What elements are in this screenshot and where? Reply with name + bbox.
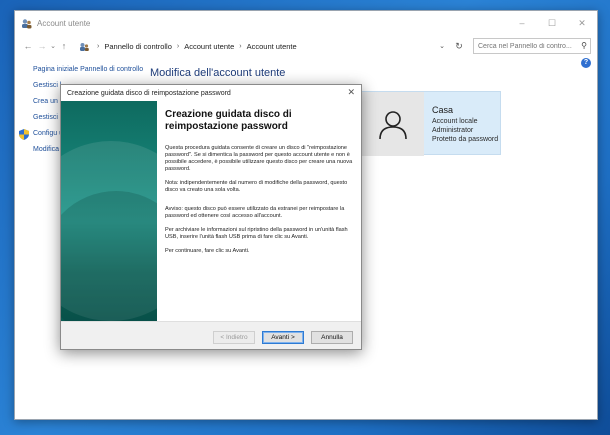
next-button[interactable]: Avanti > xyxy=(262,331,304,344)
wizard-paragraph: Nota: indipendentemente dal numero di mo… xyxy=(165,180,348,193)
address-bar: ← → ⌄ ↑ › Pannello di controllo › Accoun… xyxy=(15,35,597,57)
user-info: Casa Account locale Administrator Protet… xyxy=(432,106,498,144)
window-title: Account utente xyxy=(37,18,91,28)
wizard-paragraph: Per archiviare le informazioni sul ripri… xyxy=(165,227,348,240)
breadcrumb-item-control-panel[interactable]: Pannello di controllo xyxy=(104,42,172,51)
user-account-card: Casa Account locale Administrator Protet… xyxy=(361,91,501,156)
recent-locations-icon[interactable]: ⌄ xyxy=(49,42,57,50)
search-input[interactable] xyxy=(478,42,578,50)
minimize-button[interactable]: – xyxy=(507,11,537,35)
maximize-button[interactable]: ☐ xyxy=(537,11,567,35)
breadcrumb-separator: › xyxy=(97,42,100,50)
user-account-type: Account locale xyxy=(432,118,478,125)
wizard-paragraph: Avviso: questo disco può essere utilizza… xyxy=(165,206,345,219)
user-accounts-icon xyxy=(21,18,32,29)
forward-arrow-icon[interactable]: → xyxy=(35,41,49,51)
title-bar: Account utente – ☐ ✕ xyxy=(15,11,597,35)
search-icon[interactable]: ⚲ xyxy=(581,41,587,50)
breadcrumb-separator: › xyxy=(239,42,242,50)
wizard-title-bar: Creazione guidata disco di reimpostazion… xyxy=(61,85,361,101)
wizard-paragraph: Per continuare, fare clic su Avanti. xyxy=(165,248,250,254)
user-icon xyxy=(379,111,407,140)
user-password-status: Protetto da password xyxy=(432,136,499,143)
user-name: Casa xyxy=(432,105,454,115)
page-title: Modifica dell'account utente xyxy=(150,67,286,79)
user-role: Administrator xyxy=(432,127,474,134)
back-button[interactable]: < Indietro xyxy=(213,331,255,344)
nav-link-control-panel-home[interactable]: Pagina iniziale Pannello di controllo xyxy=(33,65,153,74)
help-icon[interactable]: ? xyxy=(581,58,591,68)
breadcrumb-separator: › xyxy=(176,42,180,50)
breadcrumb-item-user-accounts[interactable]: Account utente xyxy=(184,42,234,51)
up-arrow-icon[interactable]: ↑ xyxy=(57,41,71,51)
breadcrumb[interactable]: › Pannello di controllo › Account utente… xyxy=(75,38,449,54)
refresh-icon[interactable]: ↻ xyxy=(449,41,469,52)
uac-shield-icon xyxy=(19,129,29,140)
wizard-heading: Creazione guidata disco di reimpostazion… xyxy=(165,109,292,132)
wizard-close-button[interactable]: ✕ xyxy=(347,87,355,98)
chevron-down-icon[interactable]: ⌄ xyxy=(439,42,445,50)
cancel-button[interactable]: Annulla xyxy=(311,331,353,344)
breadcrumb-item-user-accounts-current[interactable]: Account utente xyxy=(247,42,297,51)
wizard-title: Creazione guidata disco di reimpostazion… xyxy=(67,89,231,97)
wizard-content: Creazione guidata disco di reimpostazion… xyxy=(165,109,355,262)
wizard-side-banner xyxy=(61,101,157,321)
close-button[interactable]: ✕ xyxy=(567,11,597,35)
wizard-paragraph: Questa procedura guidata consente di cre… xyxy=(165,145,353,172)
password-reset-wizard-dialog: Creazione guidata disco di reimpostazion… xyxy=(60,84,362,350)
folder-icon xyxy=(79,42,89,51)
search-box[interactable]: ⚲ xyxy=(473,38,591,54)
wizard-footer: < Indietro Avanti > Annulla xyxy=(61,321,361,349)
back-arrow-icon[interactable]: ← xyxy=(21,41,35,51)
avatar xyxy=(362,92,424,156)
